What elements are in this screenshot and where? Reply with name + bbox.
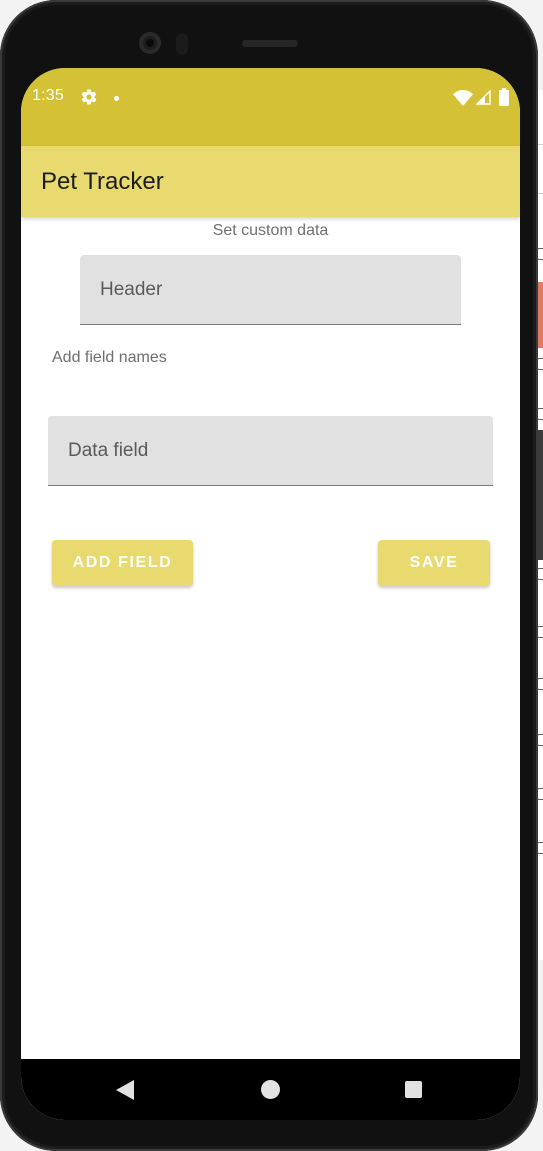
header-input[interactable] bbox=[80, 255, 461, 324]
data-field-input[interactable] bbox=[48, 416, 493, 485]
signal-icon bbox=[476, 90, 491, 105]
status-bar: 1:35 bbox=[21, 68, 520, 146]
app-title: Pet Tracker bbox=[41, 168, 164, 195]
notification-dot-icon bbox=[114, 96, 119, 101]
background-scrollbar bbox=[538, 430, 543, 560]
home-icon[interactable] bbox=[261, 1080, 280, 1099]
earpiece-speaker bbox=[242, 40, 298, 47]
header-field[interactable] bbox=[80, 255, 461, 325]
device-screen: 1:35 Pet Tracker Set custom data Header … bbox=[21, 68, 520, 1120]
status-time: 1:35 bbox=[32, 87, 64, 104]
front-camera bbox=[139, 32, 161, 54]
background-highlight bbox=[538, 282, 543, 348]
battery-icon bbox=[499, 88, 509, 106]
add-field-button[interactable]: ADD FIELD bbox=[52, 540, 193, 586]
back-icon[interactable] bbox=[116, 1080, 134, 1100]
custom-data-form: Set custom data Add field names ADD FIEL… bbox=[21, 217, 520, 1059]
proximity-sensor bbox=[176, 33, 188, 55]
save-button[interactable]: SAVE bbox=[378, 540, 490, 586]
set-custom-data-label: Set custom data bbox=[212, 222, 329, 239]
data-field[interactable] bbox=[48, 416, 493, 486]
add-field-names-label: Add field names bbox=[52, 349, 167, 366]
wifi-icon bbox=[453, 90, 473, 106]
app-bar: Pet Tracker bbox=[21, 146, 520, 217]
navigation-bar bbox=[21, 1059, 520, 1120]
recents-icon[interactable] bbox=[405, 1081, 422, 1098]
phone-frame: 1:35 Pet Tracker Set custom data Header … bbox=[0, 0, 538, 1151]
gear-icon bbox=[81, 89, 97, 105]
